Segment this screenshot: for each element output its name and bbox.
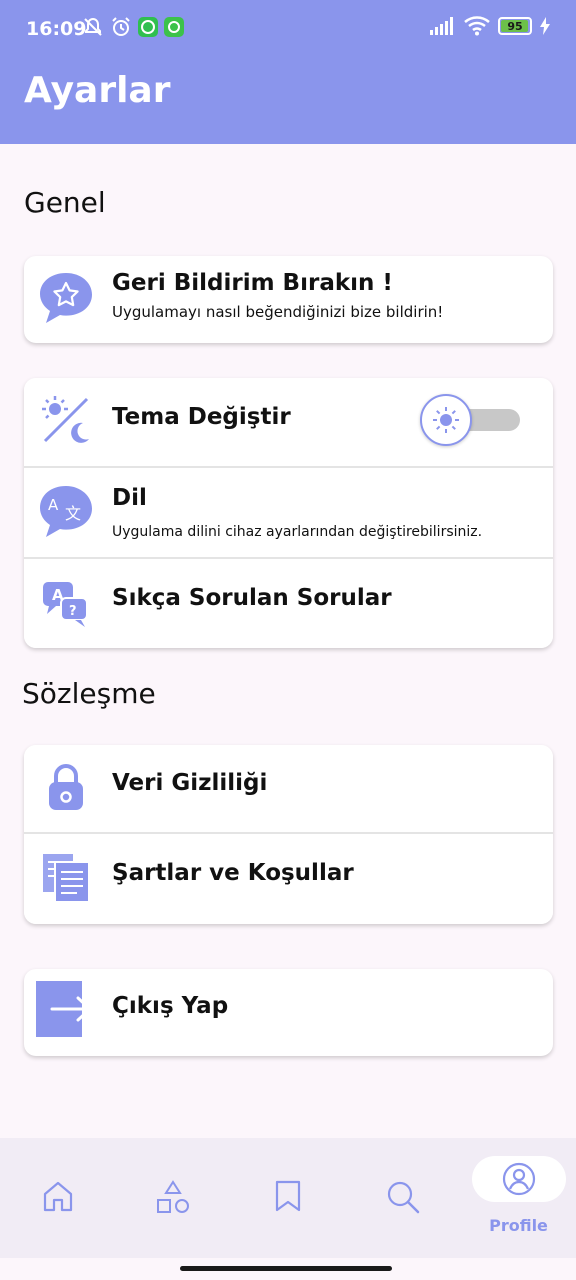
faq-row[interactable]: A? Sıkça Sorulan Sorular xyxy=(24,559,553,648)
nav-profile-indicator xyxy=(471,1156,566,1202)
profile-icon xyxy=(502,1162,535,1196)
home-icon xyxy=(43,1181,72,1212)
nav-profile-label: Profile xyxy=(489,1216,548,1235)
page-title: Ayarlar xyxy=(24,70,171,111)
faq-title: Sıkça Sorulan Sorular xyxy=(112,585,392,611)
wifi-icon xyxy=(464,16,490,36)
feedback-subtitle: Uygulamayı nasıl beğendiğinizi bize bild… xyxy=(112,303,444,321)
faq-icon: A? xyxy=(36,573,96,633)
search-icon xyxy=(387,1181,419,1214)
signal-icon xyxy=(430,17,453,35)
theme-icon xyxy=(36,390,96,450)
theme-toggle[interactable] xyxy=(420,394,472,446)
shapes-icon xyxy=(156,1180,189,1213)
battery-icon: 95 xyxy=(498,17,532,35)
charging-icon xyxy=(540,17,550,35)
theme-title: Tema Değiştir xyxy=(112,404,291,430)
app-notification-icon xyxy=(164,17,184,37)
translate-icon: A文 xyxy=(36,482,96,542)
logout-icon xyxy=(34,979,94,1039)
nav-profile[interactable]: Profile xyxy=(461,1138,576,1258)
section-title-agreement: Sözleşme xyxy=(22,677,156,710)
svg-text:A: A xyxy=(48,496,59,514)
privacy-row[interactable]: Veri Gizliliği xyxy=(24,745,553,834)
nav-home[interactable] xyxy=(0,1138,115,1258)
status-time: 16:09 xyxy=(26,18,87,40)
feedback-star-icon xyxy=(36,268,96,328)
privacy-title: Veri Gizliliği xyxy=(112,770,268,796)
home-indicator[interactable] xyxy=(180,1266,392,1271)
theme-row[interactable]: Tema Değiştir xyxy=(24,378,553,468)
lock-icon xyxy=(36,757,96,817)
nav-explore[interactable] xyxy=(115,1138,230,1258)
sun-icon xyxy=(433,407,459,433)
document-icon xyxy=(36,848,96,908)
svg-text:文: 文 xyxy=(65,504,81,523)
logout-card[interactable]: Çıkış Yap xyxy=(24,969,553,1056)
preferences-card: Tema Değiştir A文 Dil Uygulama dilini cih… xyxy=(24,378,553,648)
bookmark-icon xyxy=(275,1180,300,1212)
status-bar: 16:09 95 xyxy=(0,0,576,58)
language-title: Dil xyxy=(112,485,147,511)
agreement-card: Veri Gizliliği Şartlar ve Koşullar xyxy=(24,745,553,924)
system-icons: 95 xyxy=(430,16,550,36)
app-bar: 16:09 95 Ayarlar xyxy=(0,0,576,144)
feedback-title: Geri Bildirim Bırakın ! xyxy=(112,270,393,296)
svg-text:?: ? xyxy=(69,604,77,619)
terms-row[interactable]: Şartlar ve Koşullar xyxy=(24,834,553,924)
language-subtitle: Uygulama dilini cihaz ayarlarından değiş… xyxy=(112,524,483,540)
feedback-card[interactable]: Geri Bildirim Bırakın ! Uygulamayı nasıl… xyxy=(24,256,553,343)
logout-title: Çıkış Yap xyxy=(112,993,229,1019)
language-row[interactable]: A文 Dil Uygulama dilini cihaz ayarlarında… xyxy=(24,468,553,559)
terms-title: Şartlar ve Koşullar xyxy=(112,860,354,886)
mute-icon xyxy=(84,17,102,36)
nav-search[interactable] xyxy=(345,1138,460,1258)
section-title-general: Genel xyxy=(24,186,106,219)
nav-bookmarks[interactable] xyxy=(230,1138,345,1258)
battery-text: 95 xyxy=(507,19,523,33)
alarm-icon xyxy=(112,17,130,36)
bottom-nav: Profile xyxy=(0,1138,576,1258)
notification-icons xyxy=(82,16,184,38)
whatsapp-icon xyxy=(138,17,158,37)
